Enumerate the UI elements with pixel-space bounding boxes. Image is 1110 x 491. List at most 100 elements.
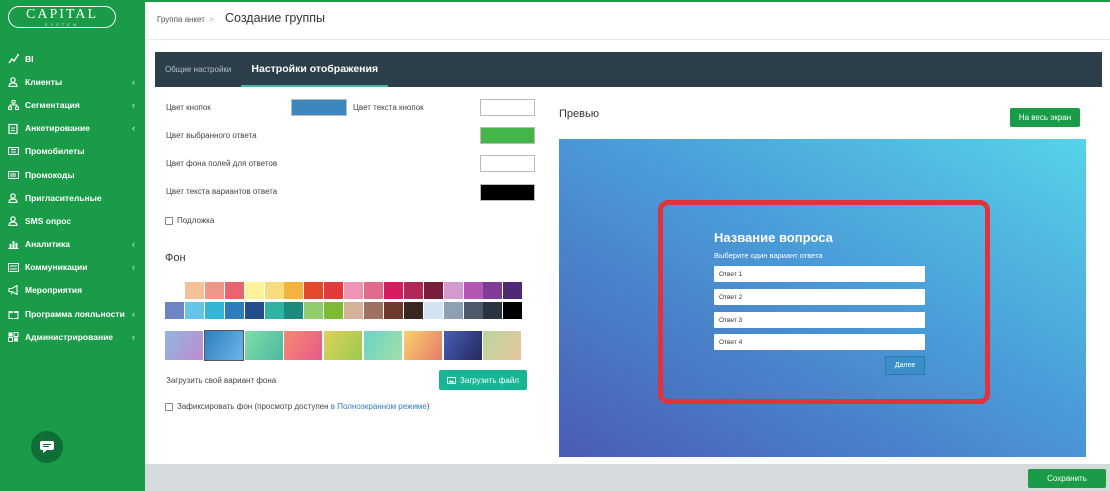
sidebar-nav: BI Клиенты ‹ Сегментация ‹ Анкетирование ‹ Пром…: [0, 47, 145, 348]
palette-color-swatch[interactable]: [483, 282, 503, 299]
palette-color-swatch[interactable]: [304, 282, 324, 299]
palette-color-swatch[interactable]: [483, 302, 503, 319]
palette-color-swatch[interactable]: [204, 282, 224, 299]
chevron-left-icon: ‹: [132, 331, 135, 342]
sidebar-item[interactable]: Администрирование ‹: [0, 325, 145, 348]
palette-gradient-swatch[interactable]: [443, 331, 482, 360]
palette-gradient-swatch[interactable]: [284, 331, 323, 360]
palette-color-swatch[interactable]: [224, 302, 244, 319]
sidebar-item-label: Аналитика: [25, 239, 70, 250]
fix-background-checkbox-row[interactable]: Зафиксировать фон (просмотр доступен в П…: [165, 402, 430, 411]
fix-background-label-tail: ): [426, 402, 430, 411]
next-button[interactable]: Далее: [885, 356, 925, 375]
fullscreen-button[interactable]: На весь экран: [1010, 108, 1080, 127]
palette-color-swatch[interactable]: [344, 282, 364, 299]
sidebar-item[interactable]: Пригласительные: [0, 186, 145, 209]
palette-color-swatch[interactable]: [443, 282, 463, 299]
tab-display-settings[interactable]: Настройки отображения: [241, 52, 389, 87]
ticket-icon: [6, 144, 20, 158]
palette-color-swatch[interactable]: [443, 302, 463, 319]
sidebar-item[interactable]: Промокоды: [0, 163, 145, 186]
gift-icon: [6, 307, 20, 321]
palette-color-swatch[interactable]: [165, 282, 184, 299]
upload-file-button[interactable]: Загрузить файл: [439, 370, 527, 390]
palette-color-swatch[interactable]: [284, 282, 304, 299]
palette-color-swatch[interactable]: [304, 302, 324, 319]
selected-answer-color-picker[interactable]: [480, 127, 535, 144]
sidebar-item[interactable]: Сегментация ‹: [0, 93, 145, 116]
background-section-title: Фон: [165, 252, 186, 264]
question-title: Название вопроса: [714, 230, 833, 245]
palette-color-swatch[interactable]: [503, 302, 523, 319]
palette-color-swatch[interactable]: [244, 302, 264, 319]
palette-gradient-swatch[interactable]: [364, 331, 402, 360]
palette-color-swatch[interactable]: [423, 282, 443, 299]
sidebar-item[interactable]: Клиенты ‹: [0, 70, 145, 93]
palette-color-swatch[interactable]: [383, 282, 403, 299]
logo-sub: SYSTEM: [44, 21, 80, 27]
palette-color-swatch[interactable]: [184, 282, 204, 299]
palette-color-swatch[interactable]: [264, 302, 284, 319]
main-content: Общие настройки Настройки отображения Цв…: [145, 41, 1110, 464]
top-bar: Группа анкет > Создание группы: [145, 0, 1110, 40]
palette-color-swatch[interactable]: [165, 302, 184, 319]
clipboard-icon: [6, 121, 20, 135]
button-text-color-picker[interactable]: [480, 99, 535, 116]
sidebar-item[interactable]: Промобилеты: [0, 140, 145, 163]
answer-option[interactable]: Ответ 1: [714, 266, 925, 282]
sidebar-item[interactable]: Анкетирование ‹: [0, 117, 145, 140]
palette-color-swatch[interactable]: [344, 302, 364, 319]
palette-gradient-swatch[interactable]: [324, 331, 363, 360]
palette-gradient-swatch[interactable]: [203, 330, 244, 361]
fix-background-checkbox[interactable]: [165, 402, 173, 411]
preview-title: Превью: [559, 108, 599, 120]
logo-text: CAPITAL: [26, 6, 98, 22]
palette-gradient-swatch[interactable]: [165, 331, 203, 360]
sidebar-item-label: Программа лояльности: [25, 308, 125, 319]
logo[interactable]: CAPITAL SYSTEM: [0, 0, 145, 34]
breadcrumb-link[interactable]: Группа анкет: [157, 15, 205, 24]
answer-option[interactable]: Ответ 4: [714, 334, 925, 350]
palette-gradient-swatch[interactable]: [244, 331, 283, 360]
tab-general-settings[interactable]: Общие настройки: [155, 52, 241, 87]
palette-color-swatch[interactable]: [284, 302, 304, 319]
palette-color-swatch[interactable]: [264, 282, 284, 299]
palette-color-swatch[interactable]: [224, 282, 244, 299]
palette-color-swatch[interactable]: [463, 302, 483, 319]
palette-color-swatch[interactable]: [324, 282, 344, 299]
answer-text-color-picker[interactable]: [480, 184, 535, 201]
logo-ring: CAPITAL SYSTEM: [8, 6, 116, 28]
palette-color-swatch[interactable]: [403, 282, 423, 299]
sidebar-item[interactable]: BI: [0, 47, 145, 70]
breadcrumb[interactable]: Группа анкет >: [157, 15, 214, 24]
palette-gradient-swatch[interactable]: [483, 331, 522, 360]
preview-canvas: Название вопроса Выберите один вариант о…: [559, 139, 1086, 457]
sidebar-item[interactable]: Программа лояльности ‹: [0, 302, 145, 325]
palette-color-swatch[interactable]: [324, 302, 344, 319]
answer-field-bg-picker[interactable]: [480, 155, 535, 172]
palette-color-swatch[interactable]: [383, 302, 403, 319]
palette-color-swatch[interactable]: [503, 282, 523, 299]
answer-option[interactable]: Ответ 3: [714, 312, 925, 328]
palette-color-swatch[interactable]: [463, 282, 483, 299]
palette-color-swatch[interactable]: [403, 302, 423, 319]
palette-color-swatch[interactable]: [364, 282, 383, 299]
sidebar-item[interactable]: Мероприятия: [0, 279, 145, 302]
sidebar-item[interactable]: SMS опрос: [0, 209, 145, 232]
sidebar-item[interactable]: Аналитика ‹: [0, 233, 145, 256]
button-color-label: Цвет кнопок: [166, 103, 211, 112]
palette-gradient-swatch[interactable]: [403, 331, 442, 360]
fullscreen-mode-link[interactable]: в Полноэкранном режиме: [331, 402, 427, 411]
palette-color-swatch[interactable]: [364, 302, 383, 319]
palette-color-swatch[interactable]: [423, 302, 443, 319]
palette-color-swatch[interactable]: [184, 302, 204, 319]
save-button[interactable]: Сохранить: [1028, 469, 1106, 488]
palette-color-swatch[interactable]: [204, 302, 224, 319]
underlay-checkbox[interactable]: [165, 216, 173, 225]
underlay-checkbox-row[interactable]: Подложка: [165, 216, 214, 225]
answer-option[interactable]: Ответ 2: [714, 289, 925, 305]
chat-button[interactable]: [31, 431, 63, 463]
sidebar-item[interactable]: Коммуникации ‹: [0, 256, 145, 279]
palette-color-swatch[interactable]: [244, 282, 264, 299]
button-color-picker[interactable]: [291, 99, 347, 116]
